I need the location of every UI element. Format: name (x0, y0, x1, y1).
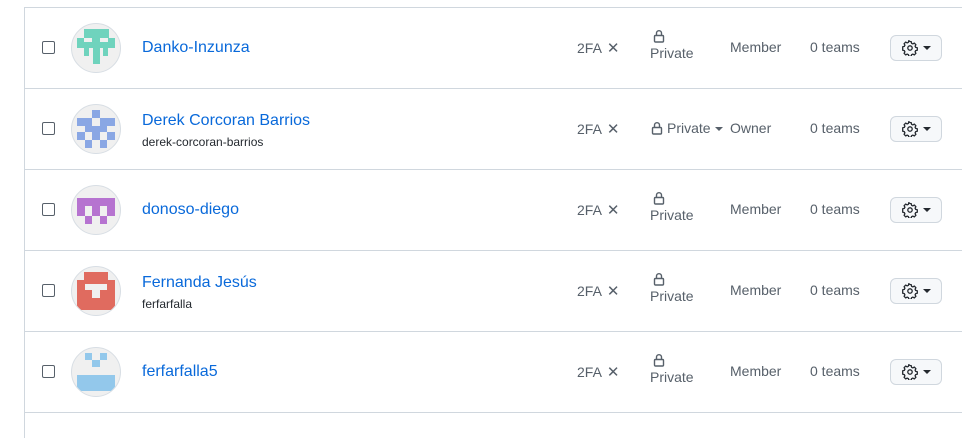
lock-icon (653, 354, 665, 367)
twofa-status: 2FA ✕ (577, 120, 619, 138)
member-checkbox[interactable] (42, 284, 55, 297)
x-icon: ✕ (606, 283, 620, 300)
member-teams: 0 teams (810, 201, 860, 217)
avatar[interactable] (71, 347, 121, 397)
visibility-status: Private (650, 29, 710, 61)
avatar[interactable] (71, 266, 121, 316)
member-teams: 0 teams (810, 363, 860, 379)
member-checkbox[interactable] (42, 365, 55, 378)
identicon (77, 353, 115, 391)
member-settings-button[interactable] (890, 278, 942, 304)
member-checkbox[interactable] (42, 203, 55, 216)
visibility-label: Private (650, 207, 694, 223)
twofa-status: 2FA ✕ (577, 39, 619, 57)
twofa-label: 2FA (577, 364, 602, 380)
visibility-label: Private (667, 120, 711, 136)
member-name-link[interactable]: ferfarfalla5 (142, 362, 218, 382)
member-teams: 0 teams (810, 282, 860, 298)
gear-icon (901, 283, 918, 299)
triangle-down-icon (714, 127, 723, 131)
member-teams: 0 teams (810, 39, 860, 55)
member-name-link[interactable]: Danko-Inzunza (142, 38, 250, 58)
x-icon: ✕ (606, 202, 620, 219)
triangle-down-icon (922, 46, 931, 50)
member-row: Derek Corcoran Barrios derek-corcoran-ba… (25, 89, 962, 170)
member-identity: Danko-Inzunza (142, 38, 250, 58)
member-teams: 0 teams (810, 120, 860, 136)
lock-icon (651, 122, 663, 135)
member-identity: ferfarfalla5 (142, 362, 218, 382)
twofa-status: 2FA ✕ (577, 201, 619, 219)
visibility-status: Private (650, 353, 710, 385)
lock-icon (653, 30, 665, 43)
visibility-label: Private (650, 288, 694, 304)
triangle-down-icon (922, 127, 931, 131)
member-role: Member (730, 39, 782, 55)
avatar[interactable] (71, 23, 121, 73)
member-row: ferfarfalla5 2FA ✕ Private Member 0 teams (25, 332, 962, 413)
avatar[interactable] (71, 185, 121, 235)
visibility-label: Private (650, 369, 694, 385)
member-row: donoso-diego 2FA ✕ Private Member 0 teams (25, 170, 962, 251)
x-icon: ✕ (606, 121, 620, 138)
member-login: derek-corcoran-barrios (142, 135, 264, 149)
member-role: Member (730, 282, 782, 298)
member-list: Danko-Inzunza 2FA ✕ Private Member 0 team… (24, 7, 962, 438)
member-identity: Fernanda Jesús ferfarfalla (142, 273, 257, 312)
twofa-label: 2FA (577, 283, 602, 299)
member-name-link[interactable]: Derek Corcoran Barrios (142, 111, 310, 131)
lock-icon (653, 192, 665, 205)
gear-icon (901, 364, 918, 380)
x-icon: ✕ (606, 40, 620, 57)
member-name-link[interactable]: donoso-diego (142, 200, 239, 220)
member-identity: donoso-diego (142, 200, 239, 220)
member-checkbox[interactable] (42, 122, 55, 135)
triangle-down-icon (922, 370, 931, 374)
gear-icon (901, 202, 918, 218)
twofa-status: 2FA ✕ (577, 282, 619, 300)
lock-icon (653, 273, 665, 286)
identicon (77, 198, 115, 224)
twofa-status: 2FA ✕ (577, 363, 619, 381)
member-role: Member (730, 363, 782, 379)
member-role: Member (730, 201, 782, 217)
identicon (77, 29, 115, 64)
member-settings-button[interactable] (890, 197, 942, 223)
member-checkbox[interactable] (42, 41, 55, 54)
member-settings-button[interactable] (890, 35, 942, 61)
member-login: ferfarfalla (142, 297, 193, 311)
gear-icon (901, 121, 918, 137)
visibility-label: Private (650, 45, 694, 61)
visibility-dropdown[interactable]: Private (651, 120, 723, 136)
member-settings-button[interactable] (890, 359, 942, 385)
avatar[interactable] (71, 104, 121, 154)
twofa-label: 2FA (577, 40, 602, 56)
visibility-status: Private (650, 191, 710, 223)
visibility-status: Private (650, 272, 710, 304)
member-row: Danko-Inzunza 2FA ✕ Private Member 0 team… (25, 8, 962, 89)
gear-icon (901, 40, 918, 56)
member-name-link[interactable]: Fernanda Jesús (142, 273, 257, 293)
member-row: Fernanda Jesús ferfarfalla 2FA ✕ Private … (25, 251, 962, 332)
twofa-label: 2FA (577, 202, 602, 218)
triangle-down-icon (922, 289, 931, 293)
member-settings-button[interactable] (890, 116, 942, 142)
x-icon: ✕ (606, 364, 620, 381)
member-identity: Derek Corcoran Barrios derek-corcoran-ba… (142, 111, 310, 150)
triangle-down-icon (922, 208, 931, 212)
member-role: Owner (730, 120, 772, 136)
twofa-label: 2FA (577, 121, 602, 137)
identicon (77, 272, 115, 310)
identicon (77, 110, 115, 148)
